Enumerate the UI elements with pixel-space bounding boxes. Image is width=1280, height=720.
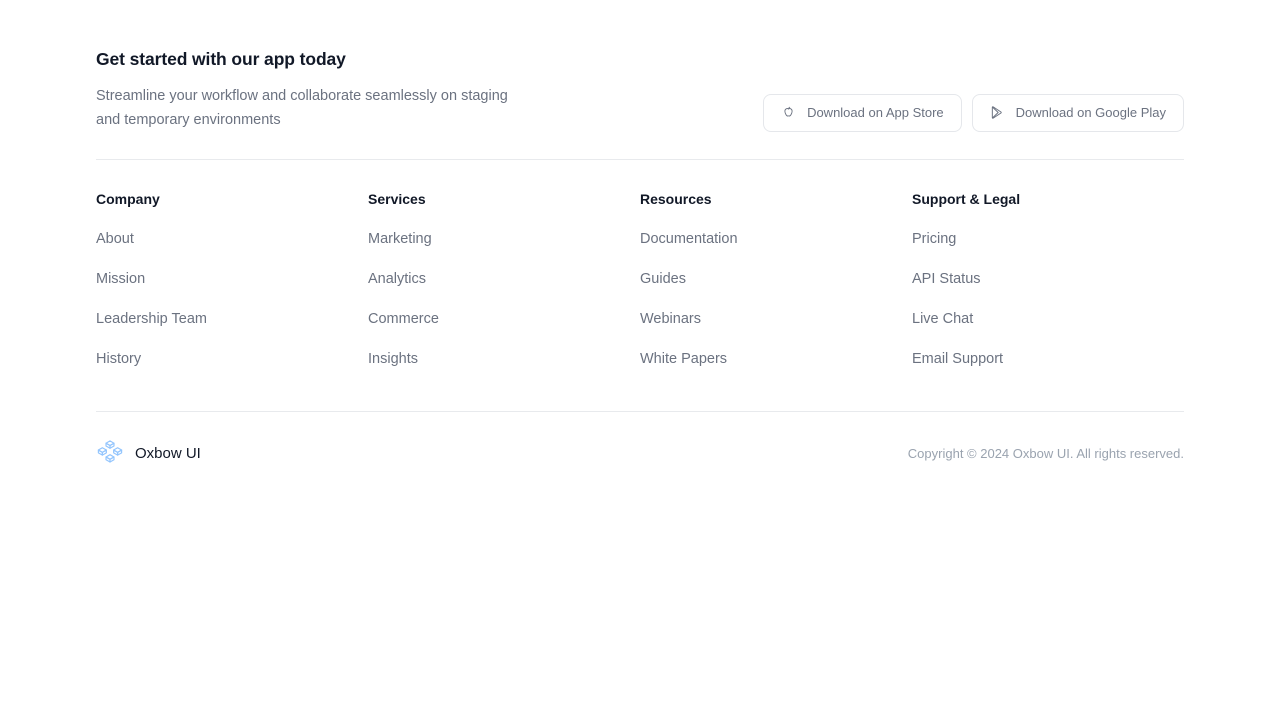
column-title: Services [368, 190, 426, 207]
footer-link-analytics[interactable]: Analytics [368, 269, 640, 289]
footer-column-resources: Resources Documentation Guides Webinars … [640, 189, 912, 369]
footer-link-documentation[interactable]: Documentation [640, 229, 912, 249]
footer-link-leadership-team[interactable]: Leadership Team [96, 309, 368, 329]
brand-lockup[interactable]: Oxbow UI [96, 439, 201, 470]
footer-bottom-bar: Oxbow UI Copyright © 2024 Oxbow UI. All … [96, 412, 1184, 490]
column-title: Company [96, 190, 160, 207]
copyright-text: Copyright © 2024 Oxbow UI. All rights re… [907, 446, 1184, 462]
footer-link-pricing[interactable]: Pricing [912, 229, 1184, 249]
download-app-store-button[interactable]: Download on App Store [763, 93, 962, 132]
footer-link-mission[interactable]: Mission [96, 269, 368, 289]
apple-icon [781, 105, 796, 120]
column-title: Support & Legal [912, 190, 1021, 207]
cta-section: Get started with our app today Streamlin… [96, 0, 1184, 159]
footer-link-api-status[interactable]: API Status [912, 269, 1184, 289]
footer-link-guides[interactable]: Guides [640, 269, 912, 289]
footer-link-history[interactable]: History [96, 349, 368, 369]
download-app-store-label: Download on App Store [807, 105, 944, 121]
oxbow-cubes-logo-icon [96, 439, 124, 470]
footer-column-support-legal: Support & Legal Pricing API Status Live … [912, 189, 1184, 369]
footer-column-services: Services Marketing Analytics Commerce In… [368, 189, 640, 369]
cta-subtext: Streamline your workflow and collaborate… [96, 87, 508, 128]
footer-link-commerce[interactable]: Commerce [368, 309, 640, 329]
footer-link-columns: Company About Mission Leadership Team Hi… [96, 160, 1184, 411]
footer-link-marketing[interactable]: Marketing [368, 229, 640, 249]
download-google-play-button[interactable]: Download on Google Play [971, 93, 1184, 132]
footer-link-live-chat[interactable]: Live Chat [912, 309, 1184, 329]
footer-link-webinars[interactable]: Webinars [640, 309, 912, 329]
footer-link-email-support[interactable]: Email Support [912, 349, 1184, 369]
footer-column-company: Company About Mission Leadership Team Hi… [96, 189, 368, 369]
footer-link-white-papers[interactable]: White Papers [640, 349, 912, 369]
brand-name: Oxbow UI [135, 445, 201, 463]
page-title: Get started with our app today [96, 49, 346, 69]
footer-link-insights[interactable]: Insights [368, 349, 640, 369]
site-footer: Get started with our app today Streamlin… [0, 0, 1280, 490]
google-play-icon [990, 105, 1005, 120]
column-title: Resources [640, 190, 712, 207]
store-buttons-group: Download on App Store Download on Google… [763, 93, 1184, 132]
download-google-play-label: Download on Google Play [1015, 105, 1166, 121]
footer-link-about[interactable]: About [96, 229, 368, 249]
